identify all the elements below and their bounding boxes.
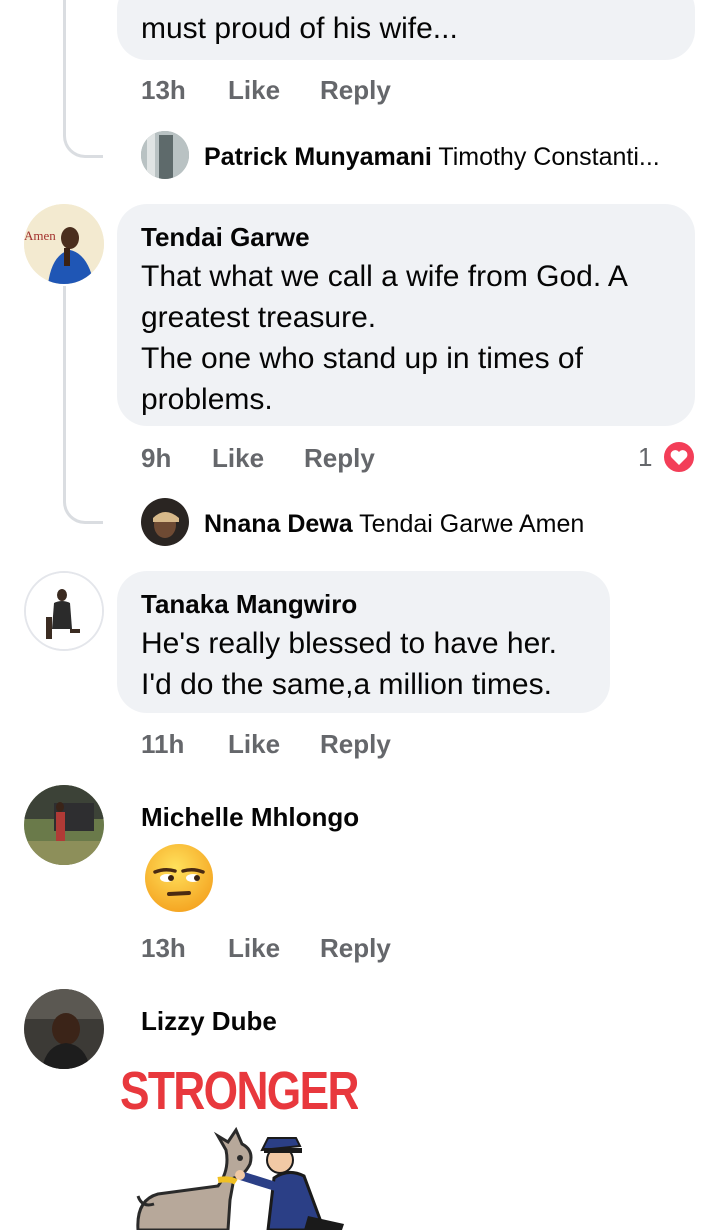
comment-author[interactable]: Tendai Garwe [141,222,310,253]
avatar[interactable] [24,571,104,651]
sticker-text: STRONGER [120,1061,358,1121]
thread-line [63,286,103,524]
avatar[interactable]: Amen [24,204,104,284]
avatar[interactable] [24,785,104,865]
like-button[interactable]: Like [228,729,280,760]
comment-text-line: He's really blessed to have her. [141,627,557,660]
reply-snippet: Timothy Constanti... [438,143,660,171]
comment-text: must proud of his wife... [141,12,458,45]
avatar[interactable] [24,989,104,1069]
comment-text-line: greatest treasure. [141,301,377,334]
heart-reaction-icon [662,440,696,474]
comment-author[interactable]: Michelle Mhlongo [141,802,359,833]
like-button[interactable]: Like [228,75,280,106]
thread-line [63,0,103,158]
unamused-face-icon [143,842,215,914]
comment-text-line: That what we call a wife from God. A [141,260,628,293]
reply-button[interactable]: Reply [320,75,391,106]
comment-text: He's really blessed to have her. I'd do … [141,623,557,705]
reply-snippet: Tendai Garwe Amen [359,510,585,538]
reply-preview[interactable]: Nnana Dewa Tendai Garwe Amen [204,510,584,539]
reply-author[interactable]: Nnana Dewa [204,510,353,538]
dog-and-policeman-icon [136,1126,344,1230]
sticker[interactable]: STRONGER [118,1060,358,1230]
comment-text-line: problems. [141,383,273,416]
avatar[interactable] [141,131,189,179]
comment-text: That what we call a wife from God. A gre… [141,256,628,420]
reply-author[interactable]: Patrick Munyamani [204,143,432,171]
reply-button[interactable]: Reply [320,933,391,964]
comment-time: 13h [141,75,186,105]
comment-time: 9h [141,443,172,473]
comment-text-line: I'd do the same,a million times. [141,668,552,701]
reaction-count: 1 [638,442,653,472]
avatar-overlay-text: Amen [24,228,56,243]
comment-bubble: Tendai Garwe That what we call a wife fr… [117,204,695,426]
comment-time: 11h [141,729,185,759]
like-button[interactable]: Like [228,933,280,964]
comment-author[interactable]: Tanaka Mangwiro [141,589,357,620]
comment-time: 13h [141,933,186,963]
comment-bubble: must proud of his wife... [117,0,695,60]
reply-button[interactable]: Reply [304,443,375,474]
reply-preview[interactable]: Patrick Munyamani Timothy Constanti... [204,143,660,172]
reply-button[interactable]: Reply [320,729,391,760]
avatar[interactable] [141,498,189,546]
comment-author[interactable]: Lizzy Dube [141,1006,277,1037]
comment-bubble: Tanaka Mangwiro He's really blessed to h… [117,571,610,713]
comment-text-line: The one who stand up in times of [141,342,583,375]
like-button[interactable]: Like [212,443,264,474]
